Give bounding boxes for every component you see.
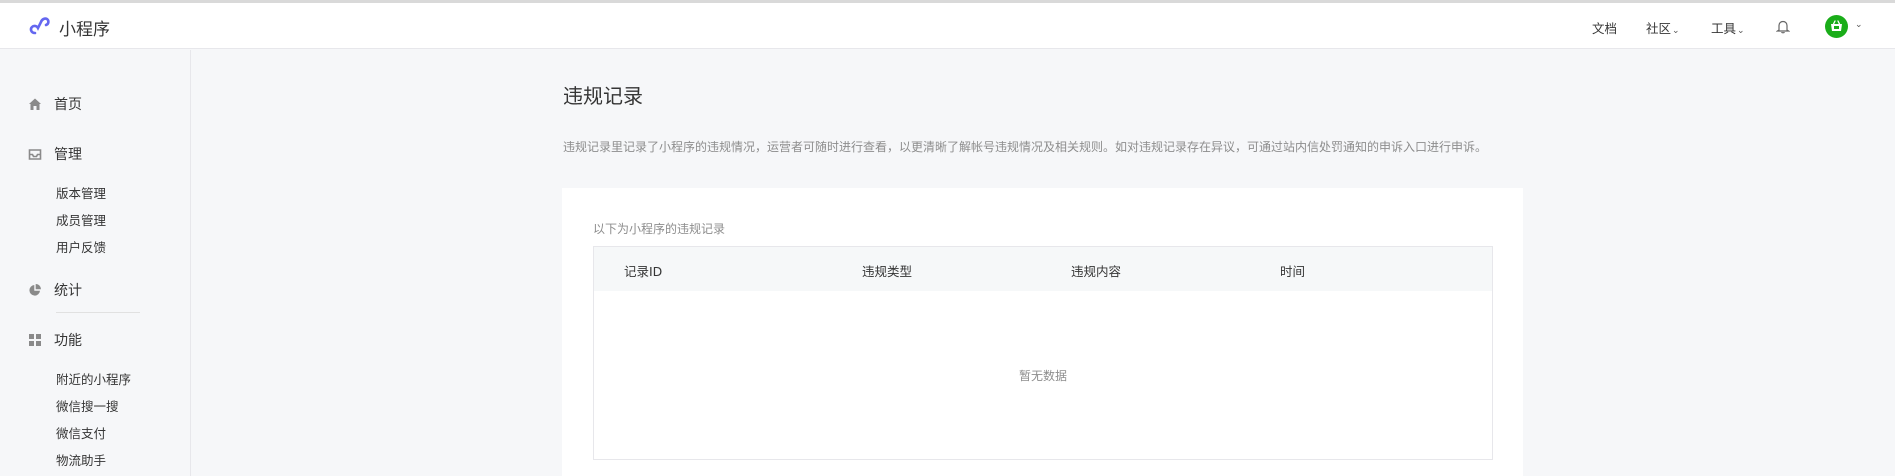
page-title: 违规记录 xyxy=(563,84,643,108)
avatar-chevron-down-icon[interactable]: ⌄ xyxy=(1855,20,1863,30)
sidebar: 首页 管理 版本管理 成员管理 用户反馈 统计 功能 附近的小程序 微信搜一搜 … xyxy=(0,50,191,476)
sidebar-subitem-version-manage[interactable]: 版本管理 xyxy=(56,183,106,202)
violation-records-table: 记录ID 违规类型 违规内容 时间 暂无数据 xyxy=(593,246,1493,460)
nav-community-menu[interactable]: 社区⌄ xyxy=(1646,18,1680,37)
chevron-down-icon: ⌄ xyxy=(1672,26,1680,36)
column-header-time: 时间 xyxy=(1280,264,1306,279)
nav-tools-label: 工具 xyxy=(1711,21,1737,36)
sidebar-item-manage[interactable]: 管理 xyxy=(28,144,82,164)
page-description: 违规记录里记录了小程序的违规情况，运营者可随时进行查看，以更清晰了解帐号违规情况… xyxy=(563,140,1488,154)
sidebar-item-label: 功能 xyxy=(54,333,82,349)
sidebar-item-stats[interactable]: 统计 xyxy=(28,280,82,300)
column-header-violation-type: 违规类型 xyxy=(862,264,913,279)
grid-icon xyxy=(28,333,42,347)
nav-tools-menu[interactable]: 工具⌄ xyxy=(1711,18,1745,37)
sidebar-item-label: 管理 xyxy=(54,147,82,163)
column-header-violation-content: 违规内容 xyxy=(1071,264,1122,279)
sidebar-divider xyxy=(56,312,140,313)
home-icon xyxy=(28,97,42,111)
sidebar-subitem-logistics-helper[interactable]: 物流助手 xyxy=(56,450,106,469)
sidebar-item-label: 统计 xyxy=(54,283,82,299)
sidebar-subitem-nearby-mini-program[interactable]: 附近的小程序 xyxy=(56,369,131,388)
inbox-icon xyxy=(28,147,42,161)
table-empty-state: 暂无数据 xyxy=(1018,368,1067,383)
sidebar-item-features[interactable]: 功能 xyxy=(28,330,82,350)
nav-community-label: 社区 xyxy=(1646,21,1672,36)
sidebar-item-home[interactable]: 首页 xyxy=(28,94,82,114)
sidebar-item-label: 首页 xyxy=(54,97,82,113)
pie-chart-icon xyxy=(28,283,42,297)
column-header-record-id: 记录ID xyxy=(624,264,663,279)
sidebar-subitem-user-feedback[interactable]: 用户反馈 xyxy=(56,237,106,256)
logo[interactable]: 小程序 xyxy=(28,13,110,41)
sidebar-subitem-wechat-search[interactable]: 微信搜一搜 xyxy=(56,396,119,415)
panel-caption: 以下为小程序的违规记录 xyxy=(593,222,726,236)
nav-docs-link[interactable]: 文档 xyxy=(1592,18,1617,37)
app-name: 小程序 xyxy=(59,19,110,40)
chevron-down-icon: ⌄ xyxy=(1737,26,1745,36)
bell-icon[interactable] xyxy=(1775,19,1791,38)
mini-program-logo-icon xyxy=(28,13,52,41)
sidebar-subitem-member-manage[interactable]: 成员管理 xyxy=(56,210,106,229)
sidebar-subitem-wechat-pay[interactable]: 微信支付 xyxy=(56,423,106,442)
top-bar: 小程序 文档 社区⌄ 工具⌄ ⌄ xyxy=(0,3,1895,49)
violation-records-panel: 以下为小程序的违规记录 记录ID 违规类型 违规内容 时间 暂无数据 xyxy=(562,188,1523,476)
shop-avatar-icon[interactable] xyxy=(1825,15,1848,38)
table-header: 记录ID 违规类型 违规内容 时间 xyxy=(594,247,1492,291)
